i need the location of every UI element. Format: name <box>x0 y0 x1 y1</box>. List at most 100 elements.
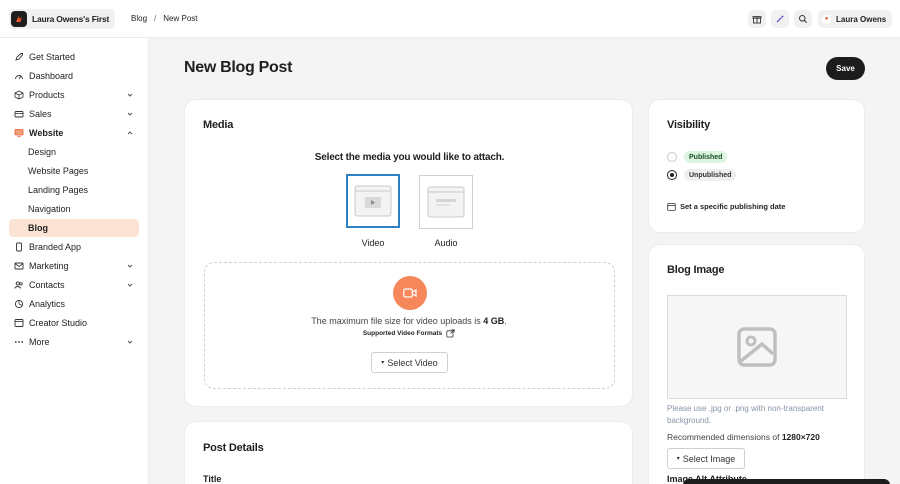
avatar: ● <box>822 14 831 24</box>
sidebar-item-dashboard[interactable]: Dashboard <box>9 67 139 85</box>
sidebar-item-label: Analytics <box>29 299 66 309</box>
sidebar-item-label: Dashboard <box>29 71 74 81</box>
media-title: Media <box>203 119 234 131</box>
audio-thumbnail-icon <box>427 186 465 218</box>
sidebar-item-creator-studio[interactable]: Creator Studio <box>9 314 139 332</box>
video-option-label: Video <box>361 238 385 248</box>
published-badge[interactable]: Published <box>684 151 728 163</box>
sidebar-item-website-pages[interactable]: Website Pages <box>9 162 139 180</box>
upload-note-suffix: . <box>504 316 507 326</box>
save-button[interactable]: Save <box>826 57 865 80</box>
sidebar-item-branded-app[interactable]: Branded App <box>9 238 139 256</box>
magic-wand-icon <box>776 15 785 23</box>
select-image-label: Select Image <box>682 453 736 464</box>
upload-note-prefix: The maximum file size for video uploads … <box>311 316 484 326</box>
select-image-button[interactable]: ▾ Select Image <box>667 448 745 469</box>
ai-assist-button[interactable] <box>771 10 789 28</box>
sidebar-item-analytics[interactable]: Analytics <box>9 295 139 313</box>
supported-formats-label: Supported Video Formats <box>362 330 443 337</box>
brand-logo-icon <box>11 11 27 27</box>
sidebar-item-more[interactable]: More <box>9 333 139 351</box>
upload-size-note: The maximum file size for video uploads … <box>205 316 613 326</box>
external-link-icon <box>446 329 455 338</box>
top-bar: Laura Owens's First Blog / New Post ● La… <box>0 0 900 38</box>
video-dropzone[interactable]: The maximum file size for video uploads … <box>204 262 615 389</box>
chevron-up-icon[interactable] <box>125 128 135 138</box>
user-menu[interactable]: ● Laura Owens <box>818 10 893 28</box>
dropdown-caret-icon: ▾ <box>381 360 385 366</box>
sidebar-item-sales[interactable]: Sales <box>9 105 139 123</box>
rocket-icon <box>14 52 24 62</box>
chevron-down-icon[interactable] <box>125 280 135 290</box>
chevron-down-icon[interactable] <box>125 261 135 271</box>
gift-button[interactable] <box>748 10 766 28</box>
select-video-label: Select Video <box>387 357 438 368</box>
video-option[interactable] <box>346 174 400 228</box>
audio-option-label: Audio <box>434 238 458 248</box>
image-placeholder[interactable] <box>667 295 847 399</box>
users-icon <box>14 280 24 290</box>
chevron-down-icon[interactable] <box>125 90 135 100</box>
calendar-icon <box>667 202 676 211</box>
sidebar-item-label: Branded App <box>29 242 82 252</box>
select-video-button[interactable]: ▾ Select Video <box>371 352 448 373</box>
dots-icon <box>14 337 24 347</box>
sidebar-item-label: Creator Studio <box>29 318 88 328</box>
sidebar-item-products[interactable]: Products <box>9 86 139 104</box>
media-prompt: Select the media you would like to attac… <box>314 152 505 163</box>
wallet-icon <box>14 109 24 119</box>
dropdown-caret-icon: ▾ <box>676 456 680 462</box>
sidebar-item-label: Blog <box>28 223 48 233</box>
sidebar-item-contacts[interactable]: Contacts <box>9 276 139 294</box>
sidebar-item-label: Sales <box>29 109 52 119</box>
sidebar-item-label: Design <box>28 147 57 157</box>
video-camera-icon <box>393 276 427 310</box>
search-icon <box>799 15 807 23</box>
chart-icon <box>14 299 24 309</box>
published-radio[interactable] <box>667 152 677 162</box>
chevron-down-icon[interactable] <box>125 337 135 347</box>
image-icon <box>737 327 777 367</box>
title-field-label: Title <box>203 474 222 484</box>
studio-icon <box>14 318 24 328</box>
supported-formats-link[interactable]: Supported Video Formats <box>205 329 613 338</box>
sidebar-item-blog[interactable]: Blog <box>9 219 139 237</box>
schedule-link[interactable]: Set a specific publishing date <box>667 202 785 211</box>
blog-image-title: Blog Image <box>667 264 725 276</box>
user-icon: ● <box>824 16 829 22</box>
video-thumbnail-icon <box>354 185 392 217</box>
breadcrumb-separator: / <box>154 14 157 23</box>
visibility-title: Visibility <box>667 119 711 131</box>
unpublished-radio[interactable] <box>667 170 677 180</box>
sidebar-item-label: Marketing <box>29 261 69 271</box>
sidebar-item-label: Products <box>29 90 65 100</box>
phone-icon <box>14 242 24 252</box>
gift-icon <box>752 16 762 24</box>
mail-icon <box>14 261 24 271</box>
search-button[interactable] <box>794 10 812 28</box>
sidebar-item-landing-pages[interactable]: Landing Pages <box>9 181 139 199</box>
schedule-label: Set a specific publishing date <box>680 202 786 211</box>
audio-option[interactable] <box>419 175 473 229</box>
unpublished-badge[interactable]: Unpublished <box>684 169 737 181</box>
page-title: New Blog Post <box>184 59 293 76</box>
chevron-down-icon[interactable] <box>125 109 135 119</box>
sidebar-item-get-started[interactable]: Get Started <box>9 48 139 66</box>
sidebar-item-label: Website <box>29 128 64 138</box>
sidebar-item-website[interactable]: Website <box>9 124 139 142</box>
brand-name: Laura Owens's First <box>32 14 110 24</box>
sidebar-item-label: Get Started <box>29 52 76 62</box>
breadcrumb-current: New Post <box>163 14 198 23</box>
sidebar-item-label: Navigation <box>28 204 71 214</box>
recommended-value: 1280×720 <box>781 432 820 442</box>
sidebar-item-label: Landing Pages <box>28 185 89 195</box>
post-details-card: Post Details Title <box>184 421 633 484</box>
sidebar-item-design[interactable]: Design <box>9 143 139 161</box>
breadcrumb-parent[interactable]: Blog <box>131 14 147 23</box>
monitor-icon <box>14 128 24 138</box>
breadcrumb: Blog / New Post <box>131 14 197 23</box>
dashboard-icon <box>14 71 24 81</box>
sidebar-item-navigation[interactable]: Navigation <box>9 200 139 218</box>
sidebar-item-marketing[interactable]: Marketing <box>9 257 139 275</box>
brand-switcher[interactable]: Laura Owens's First <box>9 9 116 29</box>
